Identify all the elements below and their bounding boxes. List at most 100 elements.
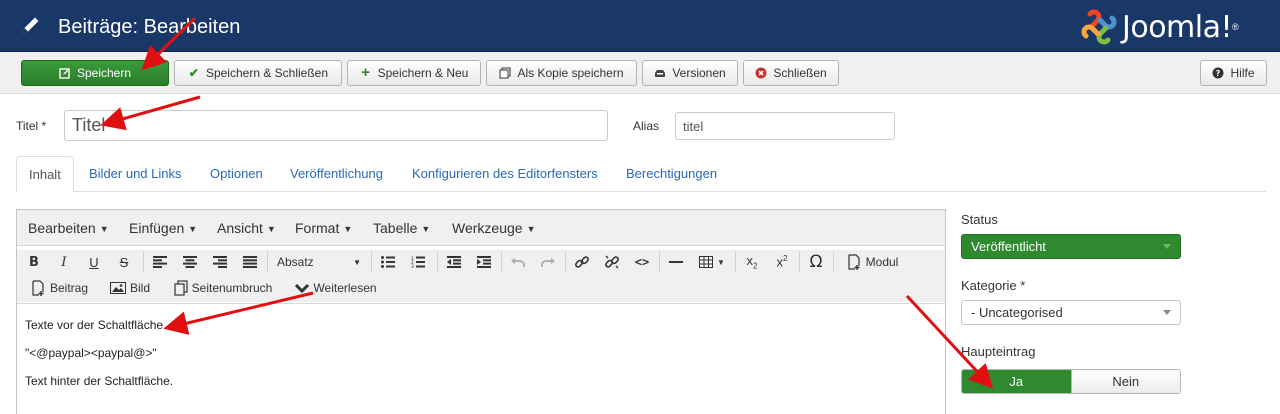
- category-select-value: - Uncategorised: [971, 305, 1063, 320]
- close-label: Schließen: [773, 66, 827, 80]
- tab-optionen[interactable]: Optionen: [198, 156, 275, 192]
- toolbar-separator: [735, 251, 736, 273]
- menu-tabelle-label: Tabelle: [373, 220, 418, 236]
- menu-format[interactable]: Format ▼: [295, 220, 352, 236]
- close-circle-icon: [755, 67, 767, 79]
- image-icon: [109, 282, 126, 294]
- title-input[interactable]: Titel: [64, 110, 608, 141]
- bullet-list-icon[interactable]: [377, 250, 399, 274]
- beitrag-button[interactable]: Beitrag: [27, 276, 93, 300]
- underline-icon[interactable]: U: [83, 250, 105, 274]
- tab-berechtigungen[interactable]: Berechtigungen: [614, 156, 729, 192]
- plus-icon: +: [361, 64, 370, 81]
- tab-bilder-und-links[interactable]: Bilder und Links: [77, 156, 194, 192]
- special-char-icon[interactable]: Ω: [805, 250, 827, 274]
- chevron-down-icon: [295, 283, 310, 294]
- code-icon[interactable]: <>: [631, 250, 653, 274]
- readmore-button[interactable]: Weiterlesen: [289, 276, 383, 300]
- readmore-button-label: Weiterlesen: [313, 281, 377, 295]
- italic-icon[interactable]: I: [53, 250, 75, 274]
- superscript-icon[interactable]: x2: [771, 250, 793, 274]
- toolbar: Speichern ✔ Speichern & Schließen + Spei…: [0, 52, 1280, 94]
- subscript-icon[interactable]: x2: [741, 250, 763, 274]
- alias-label: Alias: [633, 119, 660, 133]
- tab-editor-config[interactable]: Konfigurieren des Editorfensters: [400, 156, 610, 192]
- title-label: Titel *: [16, 119, 47, 133]
- unlink-icon[interactable]: [601, 250, 623, 274]
- joomla-logo-reg: ®: [1232, 22, 1239, 32]
- page-header: Beiträge: Bearbeiten Joomla! ®: [0, 0, 1280, 52]
- format-select[interactable]: Absatz ▼: [273, 250, 365, 274]
- menu-werkzeuge[interactable]: Werkzeuge ▼: [452, 220, 535, 236]
- bold-icon[interactable]: B: [23, 250, 45, 274]
- add-document-icon: [848, 254, 860, 270]
- tab-veroeffentlichung[interactable]: Veröffentlichung: [278, 156, 395, 192]
- copy-icon: [174, 280, 188, 296]
- close-button[interactable]: Schließen: [743, 60, 839, 86]
- versions-button[interactable]: Versionen: [642, 60, 738, 86]
- redo-icon[interactable]: [537, 250, 559, 274]
- menu-tabelle[interactable]: Tabelle ▼: [373, 220, 430, 236]
- help-label: Hilfe: [1230, 66, 1255, 80]
- category-label: Kategorie *: [961, 278, 1026, 293]
- undo-icon[interactable]: [507, 250, 529, 274]
- toolbar-separator: [143, 251, 144, 273]
- menu-ansicht-label: Ansicht: [217, 220, 263, 236]
- pencil-icon: [23, 17, 39, 33]
- menu-bearbeiten[interactable]: Bearbeiten ▼: [28, 220, 109, 236]
- align-justify-icon[interactable]: [239, 250, 261, 274]
- rich-text-editor: Bearbeiten ▼ Einfügen ▼ Ansicht ▼ Format ▼ T…: [16, 209, 946, 414]
- caret-down-icon: ▼: [353, 257, 361, 267]
- menu-bearbeiten-label: Bearbeiten: [28, 220, 96, 236]
- category-select[interactable]: - Uncategorised: [961, 300, 1181, 325]
- alias-input[interactable]: titel: [675, 112, 895, 140]
- link-icon[interactable]: [571, 250, 593, 274]
- align-right-icon[interactable]: [209, 250, 231, 274]
- save-close-label: Speichern & Schließen: [205, 66, 329, 80]
- content-paragraph: Texte vor der Schaltfläche.: [25, 318, 167, 332]
- toolbar-separator: [565, 251, 566, 273]
- menu-einfuegen[interactable]: Einfügen ▼: [129, 220, 197, 236]
- pagebreak-button[interactable]: Seitenumbruch: [167, 276, 279, 300]
- caret-down-icon: [1163, 310, 1171, 315]
- save-new-button[interactable]: + Speichern & Neu: [347, 60, 481, 86]
- bild-button[interactable]: Bild: [105, 276, 155, 300]
- caret-down-icon: ▼: [343, 224, 353, 235]
- caret-down-icon: [1163, 244, 1171, 249]
- tab-inhalt[interactable]: Inhalt: [16, 156, 74, 193]
- toolbar-separator: [371, 251, 372, 273]
- save-copy-label: Als Kopie speichern: [517, 66, 624, 80]
- joomla-logo[interactable]: Joomla! ®: [1080, 8, 1239, 46]
- featured-yes-button[interactable]: Ja: [962, 370, 1071, 393]
- status-select[interactable]: Veröffentlicht: [961, 234, 1181, 259]
- help-button[interactable]: ? Hilfe: [1200, 60, 1267, 86]
- question-icon: ?: [1212, 67, 1224, 79]
- outdent-icon[interactable]: [443, 250, 465, 274]
- align-left-icon[interactable]: [149, 250, 171, 274]
- caret-down-icon: ▼: [717, 257, 725, 267]
- save-close-button[interactable]: ✔ Speichern & Schließen: [174, 60, 342, 86]
- menu-werkzeuge-label: Werkzeuge: [452, 220, 523, 236]
- toolbar-separator: [799, 251, 800, 273]
- horizontal-rule-icon[interactable]: [665, 250, 687, 274]
- svg-text:?: ?: [1216, 69, 1221, 78]
- tab-bar: Inhalt Bilder und Links Optionen Veröffe…: [16, 156, 1266, 193]
- indent-icon[interactable]: [473, 250, 495, 274]
- status-select-value: Veröffentlicht: [971, 239, 1046, 254]
- table-icon[interactable]: ▼: [695, 250, 729, 274]
- editor-content[interactable]: Texte vor der Schaltfläche. "<@paypal><p…: [17, 303, 945, 414]
- save-button[interactable]: Speichern: [21, 60, 169, 86]
- align-center-icon[interactable]: [179, 250, 201, 274]
- numbered-list-icon[interactable]: 123: [407, 250, 429, 274]
- save-copy-button[interactable]: Als Kopie speichern: [486, 60, 637, 86]
- joomla-logo-text: Joomla!: [1122, 9, 1233, 45]
- modul-button-label: Modul: [865, 255, 899, 269]
- featured-toggle: Ja Nein: [961, 369, 1181, 394]
- toolbar-separator: [267, 251, 268, 273]
- caret-down-icon: ▼: [188, 224, 198, 235]
- strikethrough-icon[interactable]: S: [113, 250, 135, 274]
- menu-ansicht[interactable]: Ansicht ▼: [217, 220, 276, 236]
- caret-down-icon: ▼: [526, 224, 536, 235]
- modul-button[interactable]: Modul: [841, 250, 905, 274]
- featured-no-button[interactable]: Nein: [1070, 370, 1180, 393]
